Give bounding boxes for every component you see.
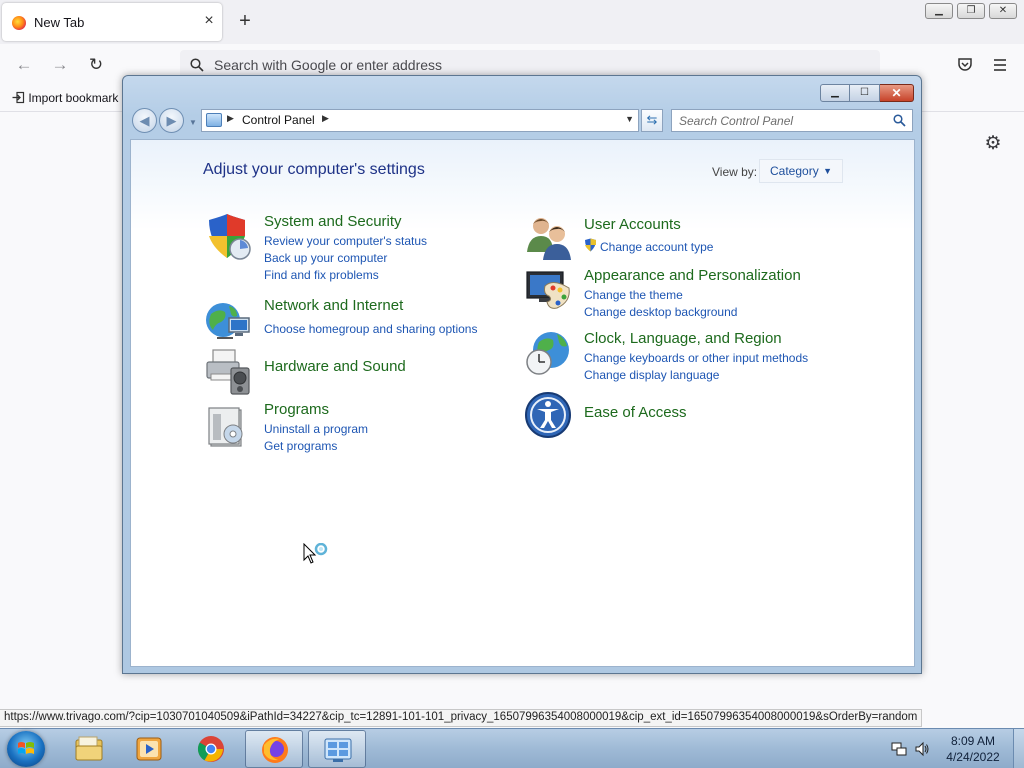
- pocket-icon[interactable]: [956, 56, 974, 74]
- link-display-language[interactable]: Change display language: [584, 368, 719, 382]
- category-title-system-security[interactable]: System and Security: [264, 213, 402, 230]
- link-change-account-type[interactable]: Change account type: [600, 240, 713, 254]
- browser-tab-bar: New Tab × + ▁ ❐ ✕: [0, 0, 1024, 44]
- link-uninstall-program[interactable]: Uninstall a program: [264, 422, 368, 436]
- printer-speaker-icon[interactable]: [203, 346, 253, 396]
- users-icon[interactable]: [523, 212, 573, 262]
- cp-back-button[interactable]: ◀: [132, 108, 157, 133]
- cp-search-box[interactable]: [671, 109, 913, 132]
- cp-address-bar[interactable]: ▶ Control Panel ▶ ▼: [201, 109, 639, 132]
- recent-pages-chevron-icon[interactable]: ▼: [189, 118, 197, 127]
- category-title-hardware-sound[interactable]: Hardware and Sound: [264, 358, 406, 375]
- import-bookmarks-label: Import bookmark: [28, 91, 119, 105]
- browser-window-controls: ▁ ❐ ✕: [925, 3, 1017, 19]
- breadcrumb-control-panel[interactable]: Control Panel: [242, 113, 315, 127]
- cp-content: Adjust your computer's settings View by:…: [130, 139, 915, 667]
- programs-icon[interactable]: [203, 400, 253, 450]
- volume-icon[interactable]: [914, 741, 930, 757]
- link-change-theme[interactable]: Change the theme: [584, 288, 683, 302]
- category-title-network-internet[interactable]: Network and Internet: [264, 297, 403, 314]
- busy-cursor-icon: [303, 543, 328, 564]
- cp-nav-buttons: ◀ ▶ ▼: [132, 108, 197, 134]
- search-icon: [190, 58, 204, 72]
- link-back-up[interactable]: Back up your computer: [264, 251, 387, 265]
- network-globe-icon[interactable]: [203, 296, 253, 346]
- back-button[interactable]: ←: [12, 54, 36, 76]
- tab-new-tab[interactable]: New Tab ×: [2, 3, 222, 41]
- link-change-keyboards[interactable]: Change keyboards or other input methods: [584, 351, 808, 365]
- minimize-button[interactable]: ▁: [925, 3, 953, 19]
- cp-minimize-button[interactable]: ▁: [820, 84, 850, 102]
- import-icon: [12, 91, 25, 104]
- uac-shield-icon: [585, 238, 596, 252]
- cp-window-controls: ▁ ☐ ✕: [820, 84, 914, 102]
- view-by-dropdown[interactable]: Category ▼: [759, 159, 843, 183]
- windows-logo-icon: [18, 742, 34, 754]
- taskbar-media-player[interactable]: [120, 730, 178, 768]
- globe-clock-icon[interactable]: [523, 328, 573, 378]
- cp-maximize-button[interactable]: ☐: [850, 84, 880, 102]
- close-tab-icon[interactable]: ×: [200, 12, 218, 30]
- category-title-appearance[interactable]: Appearance and Personalization: [584, 267, 801, 284]
- category-title-clock-language[interactable]: Clock, Language, and Region: [584, 330, 782, 347]
- gear-icon[interactable]: ⚙: [983, 134, 1003, 154]
- import-bookmarks-button[interactable]: Import bookmark: [12, 91, 118, 105]
- new-tab-button[interactable]: +: [234, 10, 256, 32]
- system-clock[interactable]: 8:09 AM 4/24/2022: [938, 733, 1008, 765]
- category-title-programs[interactable]: Programs: [264, 401, 329, 418]
- chrome-icon: [197, 736, 224, 762]
- taskbar-chrome[interactable]: [182, 730, 240, 768]
- taskbar-file-explorer[interactable]: [60, 730, 118, 768]
- firefox-icon: [12, 16, 26, 30]
- cp-close-button[interactable]: ✕: [880, 84, 914, 102]
- view-by-label: View by:: [712, 165, 758, 179]
- chevron-right-icon[interactable]: ▶: [322, 113, 329, 124]
- status-url-bar: https://www.trivago.com/?cip=10307010405…: [0, 709, 923, 727]
- taskbar-control-panel[interactable]: [308, 730, 366, 768]
- control-panel-icon: [206, 113, 222, 127]
- link-homegroup[interactable]: Choose homegroup and sharing options: [264, 322, 477, 336]
- clock-time: 8:09 AM: [950, 734, 996, 748]
- url-input[interactable]: [214, 55, 864, 75]
- category-title-ease-of-access[interactable]: Ease of Access: [584, 404, 687, 421]
- cp-search-input[interactable]: [679, 113, 879, 129]
- restore-button[interactable]: ❐: [957, 3, 985, 19]
- control-panel-icon: [324, 738, 352, 762]
- view-by-value: Category: [770, 164, 819, 178]
- link-find-fix[interactable]: Find and fix problems: [264, 268, 379, 282]
- clock-date: 4/24/2022: [946, 750, 1000, 764]
- start-button[interactable]: [7, 731, 45, 767]
- link-get-programs[interactable]: Get programs: [264, 439, 337, 453]
- ease-of-access-icon[interactable]: [523, 390, 573, 440]
- shield-icon[interactable]: [203, 212, 253, 262]
- reload-button[interactable]: ↻: [84, 54, 108, 76]
- close-button[interactable]: ✕: [989, 3, 1017, 19]
- link-review-status[interactable]: Review your computer's status: [264, 234, 427, 248]
- category-title-user-accounts[interactable]: User Accounts: [584, 216, 681, 233]
- firefox-icon: [262, 737, 288, 763]
- link-change-background[interactable]: Change desktop background: [584, 305, 737, 319]
- page-title: Adjust your computer's settings: [203, 161, 425, 178]
- control-panel-window: ▁ ☐ ✕ ◀ ▶ ▼ ▶ Control Panel ▶ ▼ ⇆ Adjust…: [122, 75, 922, 674]
- forward-button[interactable]: →: [48, 54, 72, 76]
- network-icon[interactable]: [891, 741, 907, 757]
- tab-title: New Tab: [34, 15, 85, 30]
- search-icon[interactable]: [893, 114, 906, 127]
- show-desktop-button[interactable]: [1013, 729, 1024, 768]
- file-explorer-icon: [75, 736, 103, 761]
- media-player-icon: [136, 737, 162, 761]
- taskbar: 8:09 AM 4/24/2022: [0, 728, 1024, 768]
- cp-refresh-button[interactable]: ⇆: [641, 109, 663, 132]
- taskbar-firefox[interactable]: [245, 730, 303, 768]
- cp-forward-button[interactable]: ▶: [159, 108, 184, 133]
- chevron-down-icon: ▼: [823, 166, 832, 176]
- monitor-palette-icon[interactable]: [523, 266, 573, 316]
- chevron-down-icon[interactable]: ▼: [625, 114, 634, 124]
- chevron-right-icon[interactable]: ▶: [227, 113, 234, 124]
- hamburger-menu-icon[interactable]: [991, 56, 1009, 74]
